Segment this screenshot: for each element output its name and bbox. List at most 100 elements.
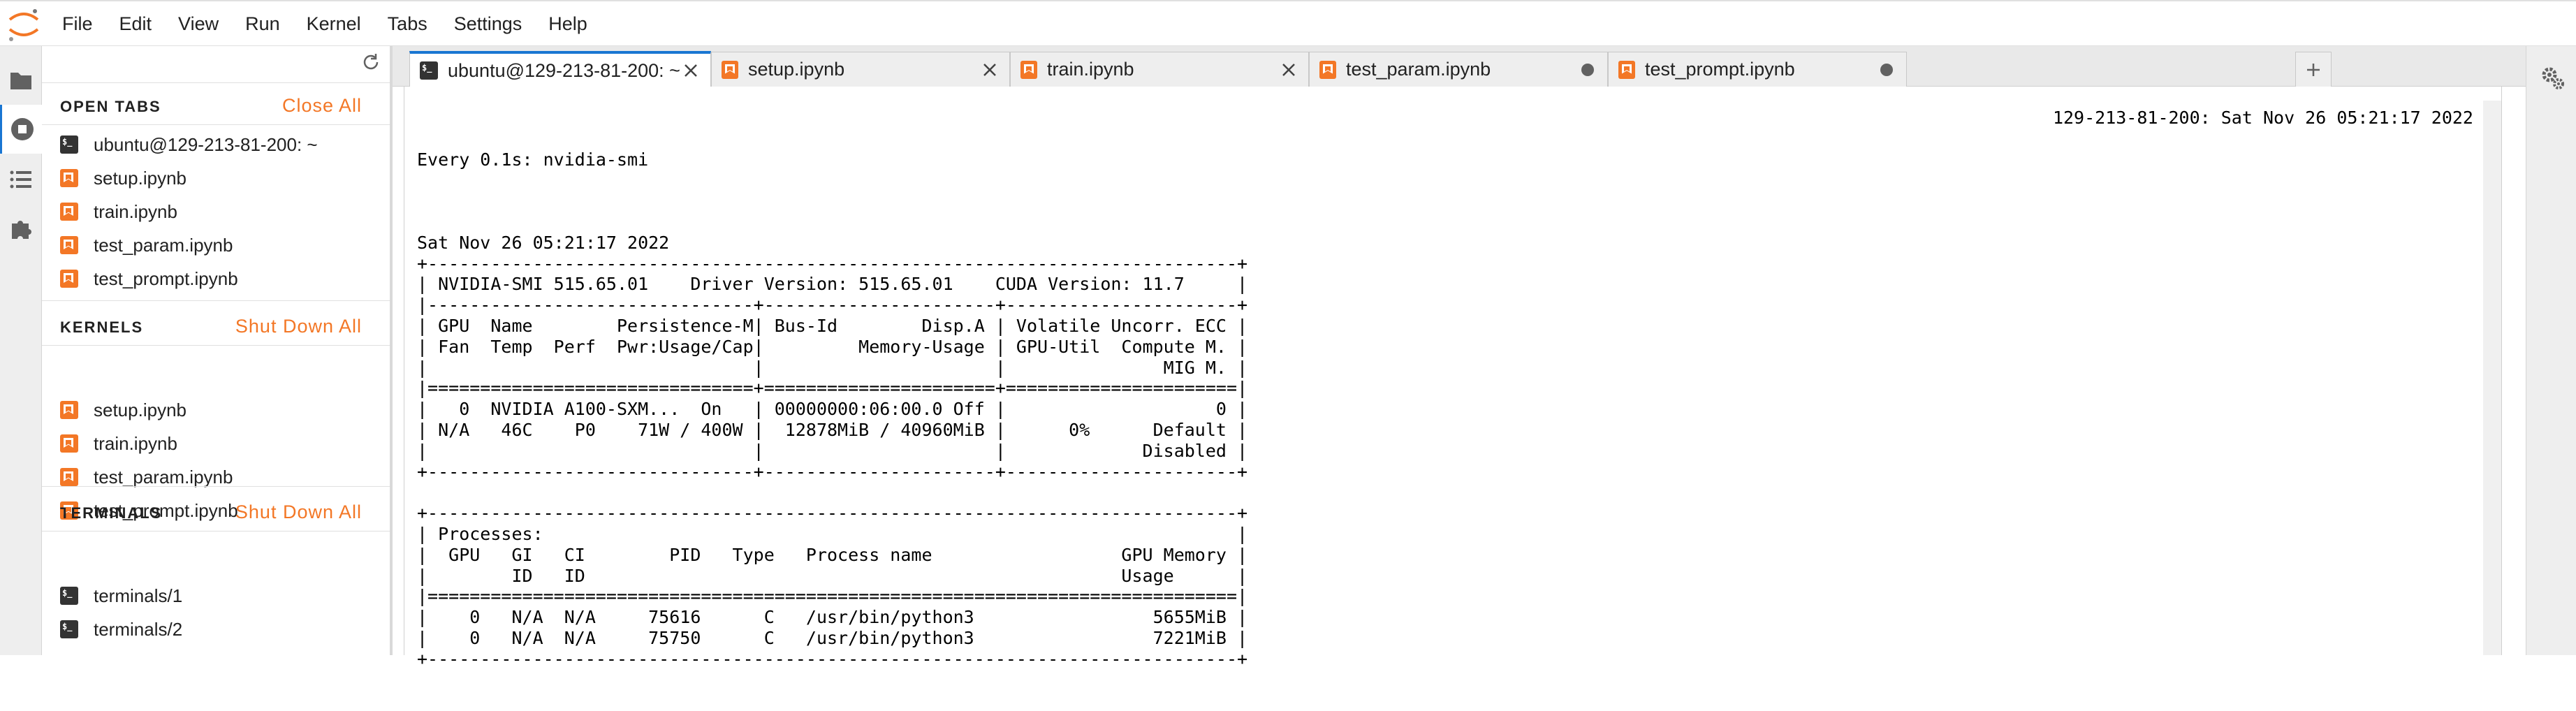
tab-ubuntu-129-213-81-200-[interactable]: $_ ubuntu@129-213-81-200: ~ — [409, 51, 711, 87]
terminal-line: | NVIDIA-SMI 515.65.01 Driver Version: 5… — [417, 274, 1248, 295]
list-item-label: ubuntu@129-213-81-200: ~ — [94, 133, 318, 155]
notebook-icon — [60, 203, 78, 221]
list-item[interactable]: $_ terminals/1 — [60, 580, 182, 612]
menu-tabs[interactable]: Tabs — [374, 1, 441, 47]
terminal-line: | GPU Name Persistence-M| Bus-Id Disp.A … — [417, 315, 1248, 336]
terminal-line: | GPU GI CI PID Type Process name GPU Me… — [417, 544, 1248, 565]
list-item[interactable]: $_ terminals/2 — [60, 613, 182, 645]
tab-label: test_prompt.ipynb — [1645, 59, 1795, 80]
menu-edit[interactable]: Edit — [106, 1, 166, 47]
add-tab-button[interactable] — [2295, 52, 2332, 87]
notebook-icon — [60, 468, 78, 486]
notebook-icon — [60, 236, 78, 254]
list-item[interactable]: train.ipynb — [60, 196, 177, 228]
notebook-icon — [60, 401, 78, 419]
terminal-line: | ID ID Usage | — [417, 565, 1248, 586]
list-item-label: setup.ipynb — [94, 167, 186, 189]
plus-icon — [2307, 63, 2320, 76]
terminal-panel[interactable]: Every 0.1s: nvidia-smi Sat Nov 26 05:21:… — [404, 87, 2502, 669]
menu-bar: File Edit View Run Kernel Tabs Settings Help — [0, 0, 2576, 46]
shut-down-all-kernels-button[interactable]: Shut Down All — [235, 316, 362, 337]
divider — [42, 124, 390, 125]
scrollbar[interactable] — [2483, 101, 2501, 655]
divider — [42, 345, 390, 346]
right-activity-bar — [2526, 46, 2576, 655]
close-icon[interactable] — [1279, 60, 1298, 80]
tab-label: train.ipynb — [1047, 59, 1134, 80]
shut-down-all-terminals-button[interactable]: Shut Down All — [235, 501, 362, 523]
toc-icon[interactable] — [0, 155, 42, 204]
terminal-line: |===============================+=======… — [417, 378, 1248, 399]
menu-help[interactable]: Help — [535, 1, 601, 47]
notebook-icon — [60, 270, 78, 288]
close-icon[interactable] — [980, 60, 1000, 80]
terminal-line: Sat Nov 26 05:21:17 2022 — [417, 232, 670, 253]
notebook-icon — [60, 169, 78, 187]
menu-file[interactable]: File — [49, 1, 106, 47]
terminal-line: +---------------------------------------… — [417, 648, 1248, 669]
list-item-label: test_prompt.ipynb — [94, 267, 238, 289]
close-all-button[interactable]: Close All — [282, 95, 362, 117]
notebook-icon — [1618, 60, 1635, 79]
tab-label: ubuntu@129-213-81-200: ~ — [448, 59, 680, 81]
terminal-icon: $_ — [60, 620, 78, 638]
menu-view[interactable]: View — [165, 1, 232, 47]
terminal-line: |-------------------------------+-------… — [417, 295, 1248, 316]
notebook-icon — [60, 434, 78, 453]
terminal-icon: $_ — [420, 61, 438, 80]
menu-kernel[interactable]: Kernel — [293, 1, 374, 47]
tab-label: setup.ipynb — [748, 59, 845, 80]
list-item-label: train.ipynb — [94, 432, 177, 454]
terminals-heading: TERMINALS — [60, 504, 163, 522]
unsaved-dot-icon[interactable] — [1578, 60, 1597, 80]
list-item[interactable]: test_prompt.ipynb — [60, 263, 238, 295]
list-item-label: test_param.ipynb — [94, 234, 233, 256]
list-item[interactable]: setup.ipynb — [60, 162, 186, 194]
terminal-line: | N/A 46C P0 71W / 400W | 12878MiB / 409… — [417, 419, 1248, 440]
open-tabs-heading: OPEN TABS — [60, 98, 161, 115]
terminal-header-right: 129-213-81-200: Sat Nov 26 05:21:17 2022 — [2052, 108, 2473, 128]
tab-label: test_param.ipynb — [1346, 59, 1491, 80]
list-item-label: test_param.ipynb — [94, 466, 233, 488]
menu-run[interactable]: Run — [232, 1, 293, 47]
list-item[interactable]: $_ ubuntu@129-213-81-200: ~ — [60, 129, 318, 161]
jupyter-logo-icon[interactable] — [3, 3, 45, 45]
folder-icon[interactable] — [0, 56, 42, 105]
tab-train[interactable]: train.ipynb — [1010, 52, 1309, 87]
terminal-line: +---------------------------------------… — [417, 253, 1248, 274]
divider — [42, 82, 390, 83]
tab-setup[interactable]: setup.ipynb — [711, 52, 1010, 87]
list-item-label: terminals/1 — [94, 585, 183, 606]
refresh-icon[interactable] — [360, 52, 381, 73]
list-item-label: setup.ipynb — [94, 399, 186, 420]
kernels-heading: KERNELS — [60, 318, 144, 336]
list-item[interactable]: setup.ipynb — [60, 394, 186, 426]
running-sessions-panel: OPEN TABS Close All $_ ubuntu@129-213-81-… — [42, 46, 393, 655]
tab-test_prompt[interactable]: test_prompt.ipynb — [1608, 52, 1907, 87]
terminal-line: | Processes: | — [417, 523, 1248, 544]
notebook-icon — [1319, 60, 1336, 79]
close-icon[interactable] — [681, 61, 701, 80]
list-item[interactable]: test_param.ipynb — [60, 461, 233, 493]
extension-icon[interactable] — [0, 204, 42, 253]
unsaved-dot-icon[interactable] — [1877, 60, 1896, 80]
terminal-line: +-------------------------------+-------… — [417, 461, 1248, 482]
terminal-line: |=======================================… — [417, 586, 1248, 607]
property-inspector-icon[interactable] — [2540, 66, 2566, 94]
terminal-icon: $_ — [60, 135, 78, 154]
menu-settings[interactable]: Settings — [441, 1, 536, 47]
terminal-line: | 0 NVIDIA A100-SXM... On | 00000000:06:… — [417, 399, 1248, 420]
list-item-label: train.ipynb — [94, 200, 177, 222]
terminal-line: | | | Disabled | — [417, 440, 1248, 461]
terminal-line: | Fan Temp Perf Pwr:Usage/Cap| Memory-Us… — [417, 336, 1248, 357]
terminal-line: +---------------------------------------… — [417, 503, 1248, 524]
terminal-icon: $_ — [60, 587, 78, 605]
tab-test_param[interactable]: test_param.ipynb — [1309, 52, 1608, 87]
list-item[interactable]: test_param.ipynb — [60, 229, 233, 261]
list-item[interactable]: train.ipynb — [60, 427, 177, 460]
terminal-output[interactable]: Every 0.1s: nvidia-smi Sat Nov 26 05:21:… — [417, 108, 2473, 711]
notebook-icon — [722, 60, 738, 79]
running-icon[interactable] — [0, 105, 42, 154]
